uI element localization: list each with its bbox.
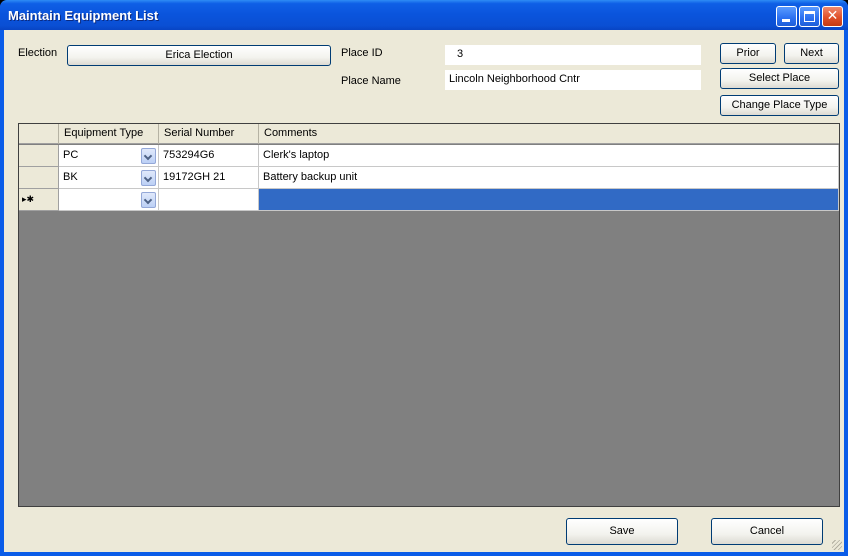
comments-cell[interactable]: Battery backup unit	[259, 167, 839, 189]
equipment-type-cell[interactable]: PC	[59, 145, 159, 167]
window-title: Maintain Equipment List	[8, 8, 159, 23]
change-place-type-button[interactable]: Change Place Type	[720, 95, 839, 116]
dropdown-arrow-button[interactable]	[141, 192, 156, 208]
header-corner[interactable]	[19, 124, 59, 144]
title-bar[interactable]: Maintain Equipment List ✕	[0, 0, 848, 30]
comments-cell[interactable]: Clerk's laptop	[259, 145, 839, 167]
dropdown-arrow-button[interactable]	[141, 148, 156, 164]
equipment-type-cell[interactable]	[59, 189, 159, 211]
place-name-label: Place Name	[341, 75, 401, 87]
close-icon: ✕	[826, 8, 839, 24]
table-row[interactable]: BK 19172GH 21 Battery backup unit	[19, 167, 839, 189]
equipment-type-value: PC	[63, 149, 79, 161]
election-label: Election	[18, 47, 58, 59]
chevron-down-icon	[143, 173, 153, 183]
row-header[interactable]	[19, 145, 59, 167]
cancel-button[interactable]: Cancel	[711, 518, 823, 545]
chevron-down-icon	[143, 151, 153, 161]
resize-grip-icon[interactable]	[832, 540, 842, 550]
save-button[interactable]: Save	[566, 518, 678, 545]
serial-number-cell[interactable]	[159, 189, 259, 211]
chevron-down-icon	[143, 195, 153, 205]
column-header-comments[interactable]: Comments	[259, 124, 839, 144]
minimize-icon	[782, 19, 790, 22]
prior-button[interactable]: Prior	[720, 43, 776, 64]
equipment-type-value: BK	[63, 171, 78, 183]
column-header-serial-number[interactable]: Serial Number	[159, 124, 259, 144]
comments-cell-selected[interactable]	[259, 189, 839, 211]
next-button[interactable]: Next	[784, 43, 839, 64]
close-button[interactable]: ✕	[822, 6, 843, 27]
equipment-type-cell[interactable]: BK	[59, 167, 159, 189]
place-name-field[interactable]: Lincoln Neighborhood Cntr	[445, 70, 701, 90]
minimize-button[interactable]	[776, 6, 797, 27]
new-row-marker[interactable]: ▸✱	[19, 189, 59, 211]
place-id-label: Place ID	[341, 47, 383, 59]
serial-number-cell[interactable]: 19172GH 21	[159, 167, 259, 189]
dropdown-arrow-button[interactable]	[141, 170, 156, 186]
select-place-button[interactable]: Select Place	[720, 68, 839, 89]
maximize-icon	[804, 11, 815, 22]
table-row[interactable]: PC 753294G6 Clerk's laptop	[19, 145, 839, 167]
main-window: Maintain Equipment List ✕ Election Erica…	[0, 0, 848, 556]
new-row[interactable]: ▸✱	[19, 189, 839, 211]
column-header-equipment-type[interactable]: Equipment Type	[59, 124, 159, 144]
maximize-button[interactable]	[799, 6, 820, 27]
equipment-grid[interactable]: Equipment Type Serial Number Comments PC…	[18, 123, 840, 507]
row-header[interactable]	[19, 167, 59, 189]
grid-header: Equipment Type Serial Number Comments	[19, 124, 839, 144]
client-area: Election Erica Election Place ID 3 Place…	[4, 30, 844, 552]
place-id-field[interactable]: 3	[445, 45, 701, 65]
election-button[interactable]: Erica Election	[67, 45, 331, 66]
serial-number-cell[interactable]: 753294G6	[159, 145, 259, 167]
